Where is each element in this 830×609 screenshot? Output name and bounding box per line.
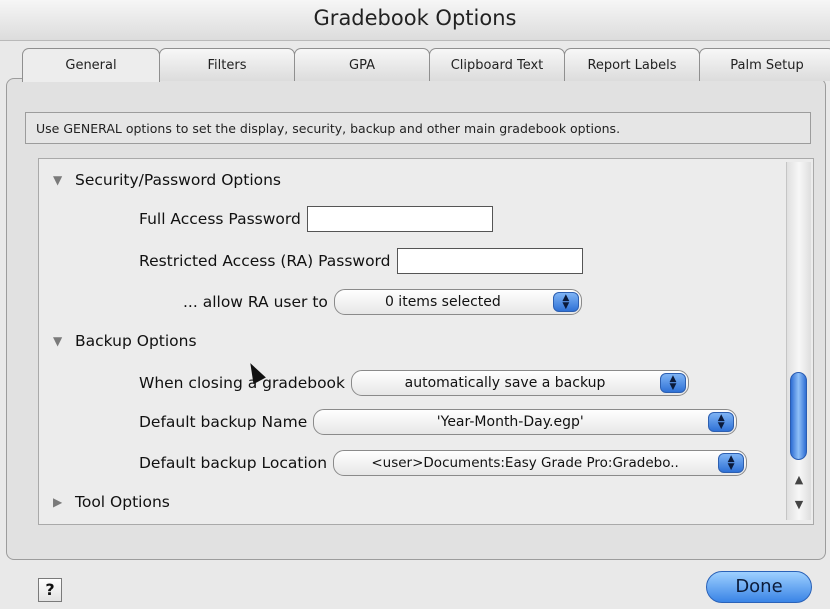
popup-arrows-icon: ▲ ▼ (552, 292, 579, 312)
section-heading-security: Security/Password Options (75, 171, 282, 189)
restricted-access-password-field[interactable] (396, 248, 583, 274)
restricted-access-password-label: Restricted Access (RA) Password (139, 252, 391, 270)
general-description: Use GENERAL options to set the display, … (25, 112, 811, 144)
backup-name-value: 'Year-Month-Day.egp' (436, 414, 584, 430)
allow-ra-user-label: ... allow RA user to (183, 293, 328, 311)
backup-closing-label: When closing a gradebook (139, 374, 346, 392)
popup-arrows-icon: ▲ ▼ (660, 373, 687, 393)
allow-ra-user-value: 0 items selected (384, 294, 501, 310)
backup-name-label: Default backup Name (139, 413, 308, 431)
help-button[interactable]: ? (38, 578, 62, 602)
done-button[interactable]: Done (706, 571, 812, 603)
tab-filters[interactable]: Filters (159, 48, 295, 81)
full-access-password-label: Full Access Password (139, 210, 301, 228)
tab-palm-setup[interactable]: Palm Setup (699, 48, 830, 81)
scroll-up-arrow-icon[interactable]: ▲ (787, 473, 811, 486)
window-title: Gradebook Options (313, 6, 517, 30)
full-access-password-field[interactable] (306, 206, 493, 232)
backup-location-popup[interactable]: <user>Documents:Easy Grade Pro:Gradebo..… (333, 450, 748, 476)
tab-clipboard-text[interactable]: Clipboard Text (429, 48, 565, 81)
backup-closing-value: automatically save a backup (404, 375, 606, 391)
tab-gpa[interactable]: GPA (294, 48, 430, 81)
options-list-panel: ▼ Security/Password Options Full Access … (38, 158, 814, 525)
backup-location-label: Default backup Location (139, 454, 328, 472)
disclosure-triangle-expanded-icon[interactable]: ▼ (53, 173, 75, 187)
window-titlebar: Gradebook Options (0, 0, 830, 41)
scroll-down-arrow-icon[interactable]: ▼ (787, 498, 811, 511)
popup-arrows-icon: ▲ ▼ (718, 453, 745, 473)
popup-arrows-icon: ▲ ▼ (708, 412, 735, 432)
backup-name-popup[interactable]: 'Year-Month-Day.egp' ▲ ▼ (313, 409, 738, 435)
section-heading-backup: Backup Options (75, 332, 197, 350)
tab-general[interactable]: General (22, 48, 160, 82)
tab-report-labels[interactable]: Report Labels (564, 48, 700, 81)
vertical-scrollbar[interactable]: ▲ ▼ (786, 162, 811, 520)
disclosure-triangle-expanded-icon[interactable]: ▼ (53, 334, 75, 348)
allow-ra-user-popup[interactable]: 0 items selected ▲ ▼ (333, 289, 582, 315)
tab-bar: General Filters GPA Clipboard Text Repor… (22, 48, 830, 82)
disclosure-triangle-collapsed-icon[interactable]: ▶ (53, 495, 75, 509)
backup-location-value: <user>Documents:Easy Grade Pro:Gradebo.. (371, 455, 679, 471)
scrollbar-thumb[interactable] (790, 372, 807, 460)
backup-closing-popup[interactable]: automatically save a backup ▲ ▼ (351, 370, 690, 396)
section-heading-tool: Tool Options (75, 493, 170, 511)
